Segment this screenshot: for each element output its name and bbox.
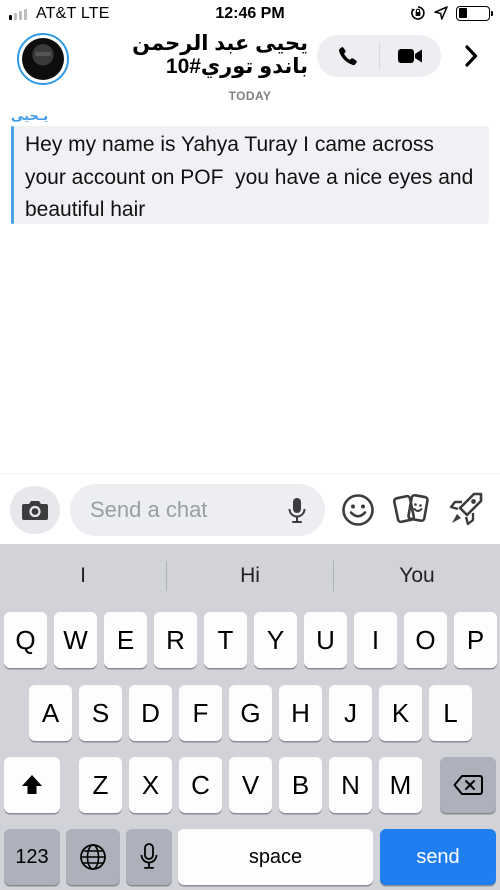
phone-icon [338,47,357,66]
send-key[interactable]: send [380,829,496,885]
key-s[interactable]: S [79,685,122,741]
suggestion-1[interactable]: I [0,544,166,608]
key-z[interactable]: Z [79,757,122,813]
avatar[interactable] [17,33,69,85]
key-g[interactable]: G [229,685,272,741]
key-l[interactable]: L [429,685,472,741]
key-t[interactable]: T [204,612,247,668]
key-x[interactable]: X [129,757,172,813]
key-u[interactable]: U [304,612,347,668]
key-d[interactable]: D [129,685,172,741]
orientation-lock-icon [411,6,425,20]
chat-input-placeholder: Send a chat [90,497,208,522]
message-text: Hey my name is Yahya Turay I came across… [25,133,480,221]
key-y[interactable]: Y [254,612,297,668]
location-icon [434,6,448,20]
key-b[interactable]: B [279,757,322,813]
key-v[interactable]: V [229,757,272,813]
key-p[interactable]: P [454,612,497,668]
microphone-icon [140,843,158,869]
suggestion-2[interactable]: Hi [167,544,333,608]
message-accent-bar [11,126,14,224]
forward-button[interactable] [460,42,482,70]
voice-call-button[interactable] [317,35,379,77]
video-call-button[interactable] [380,35,442,77]
key-f[interactable]: F [179,685,222,741]
key-a[interactable]: A [29,685,72,741]
shift-key[interactable] [4,757,60,813]
key-n[interactable]: N [329,757,372,813]
shift-icon [22,775,42,794]
suggestion-3[interactable]: You [334,544,500,608]
chevron-right-icon [465,45,478,67]
globe-icon [80,844,106,870]
chat-input-bar: Send a chat [0,473,500,544]
status-bar: AT&T LTE 12:46 PM [0,0,500,28]
keyboard: I Hi You Q W E R T Y U I O P A S D F G H… [0,544,500,890]
key-h[interactable]: H [279,685,322,741]
suggestion-bar: I Hi You [0,544,500,608]
contact-name[interactable]: يحيى عبد الرحمن باندو توري#10 [78,32,308,78]
call-buttons [317,35,441,77]
key-m[interactable]: M [379,757,422,813]
date-divider: TODAY [228,89,272,103]
message-sender: يـحيى [11,108,49,123]
message-bubble[interactable]: Hey my name is Yahya Turay I came across… [11,126,489,224]
backspace-key[interactable] [440,757,496,813]
status-icons [410,5,493,21]
smiley-icon[interactable] [341,493,375,527]
rocket-icon[interactable] [447,490,485,528]
chat-header: يحيى عبد الرحمن باندو توري#10 [0,28,500,88]
key-j[interactable]: J [329,685,372,741]
key-r[interactable]: R [154,612,197,668]
dictation-key[interactable] [126,829,172,885]
backspace-icon [453,775,483,795]
space-key[interactable]: space [178,829,373,885]
key-i[interactable]: I [354,612,397,668]
key-k[interactable]: K [379,685,422,741]
key-o[interactable]: O [404,612,447,668]
video-icon [398,49,423,63]
battery-icon [456,5,493,21]
numbers-key[interactable]: 123 [4,829,60,885]
key-c[interactable]: C [179,757,222,813]
key-w[interactable]: W [54,612,97,668]
cards-icon[interactable] [393,491,431,527]
key-q[interactable]: Q [4,612,47,668]
key-e[interactable]: E [104,612,147,668]
camera-icon [22,501,48,520]
microphone-icon[interactable] [287,497,307,525]
chat-input[interactable]: Send a chat [70,484,325,536]
globe-key[interactable] [66,829,120,885]
camera-button[interactable] [10,486,60,534]
